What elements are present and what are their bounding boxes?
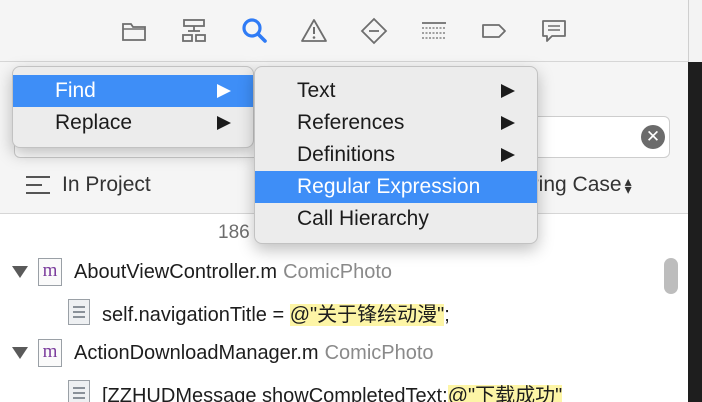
diamond-icon[interactable] xyxy=(357,14,391,48)
match-highlight: @"关于锋绘动漫" xyxy=(289,303,445,326)
list-icon[interactable] xyxy=(417,14,451,48)
navigator-toolbar xyxy=(0,0,688,62)
toolbar-edge xyxy=(688,0,702,62)
warning-icon[interactable] xyxy=(297,14,331,48)
result-line-row[interactable]: [ZZHUDMessage showCompletedText:@"下载成功" xyxy=(0,374,660,402)
menu-item-replace[interactable]: Replace xyxy=(13,107,253,139)
search-icon[interactable] xyxy=(237,14,271,48)
file-name-label: ActionDownloadManager.m ComicPhoto xyxy=(74,341,434,364)
menu-item-definitions[interactable]: Definitions xyxy=(255,139,537,171)
result-line-text: self.navigationTitle = @"关于锋绘动漫"; xyxy=(102,303,450,326)
menu-item-regular-expression[interactable]: Regular Expression xyxy=(255,171,537,203)
result-line-text: [ZZHUDMessage showCompletedText:@"下载成功" xyxy=(102,379,563,402)
submenu-arrow-icon xyxy=(217,84,231,98)
comment-icon[interactable] xyxy=(537,14,571,48)
project-name: ComicPhoto xyxy=(324,341,434,364)
match-highlight: @"下载成功" xyxy=(447,384,563,402)
scope-icon xyxy=(26,176,50,194)
submenu-arrow-icon xyxy=(501,84,515,98)
find-type-submenu: Text References Definitions Regular Expr… xyxy=(254,66,538,244)
tag-icon[interactable] xyxy=(477,14,511,48)
menu-item-find[interactable]: Find xyxy=(13,75,253,107)
objc-file-icon: m xyxy=(38,258,62,286)
updown-chevron-icon: ▴ ▾ xyxy=(624,173,632,197)
menu-item-text[interactable]: Text xyxy=(255,75,537,107)
objc-file-icon: m xyxy=(38,339,62,367)
submenu-arrow-icon xyxy=(501,148,515,162)
scope-label: In Project xyxy=(62,173,151,196)
submenu-arrow-icon xyxy=(501,116,515,130)
hierarchy-icon[interactable] xyxy=(177,14,211,48)
disclosure-triangle-icon[interactable] xyxy=(12,347,28,359)
folder-icon[interactable] xyxy=(117,14,151,48)
result-count: 186 xyxy=(218,222,250,243)
disclosure-triangle-icon[interactable] xyxy=(12,266,28,278)
code-line-icon xyxy=(68,380,90,402)
submenu-arrow-icon xyxy=(217,116,231,130)
menu-item-references[interactable]: References xyxy=(255,107,537,139)
code-line-icon xyxy=(68,299,90,325)
results-scrollbar[interactable] xyxy=(664,258,678,294)
file-name-label: AboutViewController.m ComicPhoto xyxy=(74,260,393,283)
result-file-row[interactable]: m ActionDownloadManager.m ComicPhoto xyxy=(0,334,660,372)
find-mode-menu: Find Replace xyxy=(12,66,254,148)
project-name: ComicPhoto xyxy=(283,260,393,283)
menu-item-call-hierarchy[interactable]: Call Hierarchy xyxy=(255,203,537,235)
result-line-row[interactable]: self.navigationTitle = @"关于锋绘动漫"; xyxy=(0,293,660,331)
clear-search-button[interactable]: ✕ xyxy=(641,125,665,149)
scope-selector[interactable]: In Project xyxy=(26,172,151,198)
result-file-row[interactable]: m AboutViewController.m ComicPhoto xyxy=(0,253,660,291)
